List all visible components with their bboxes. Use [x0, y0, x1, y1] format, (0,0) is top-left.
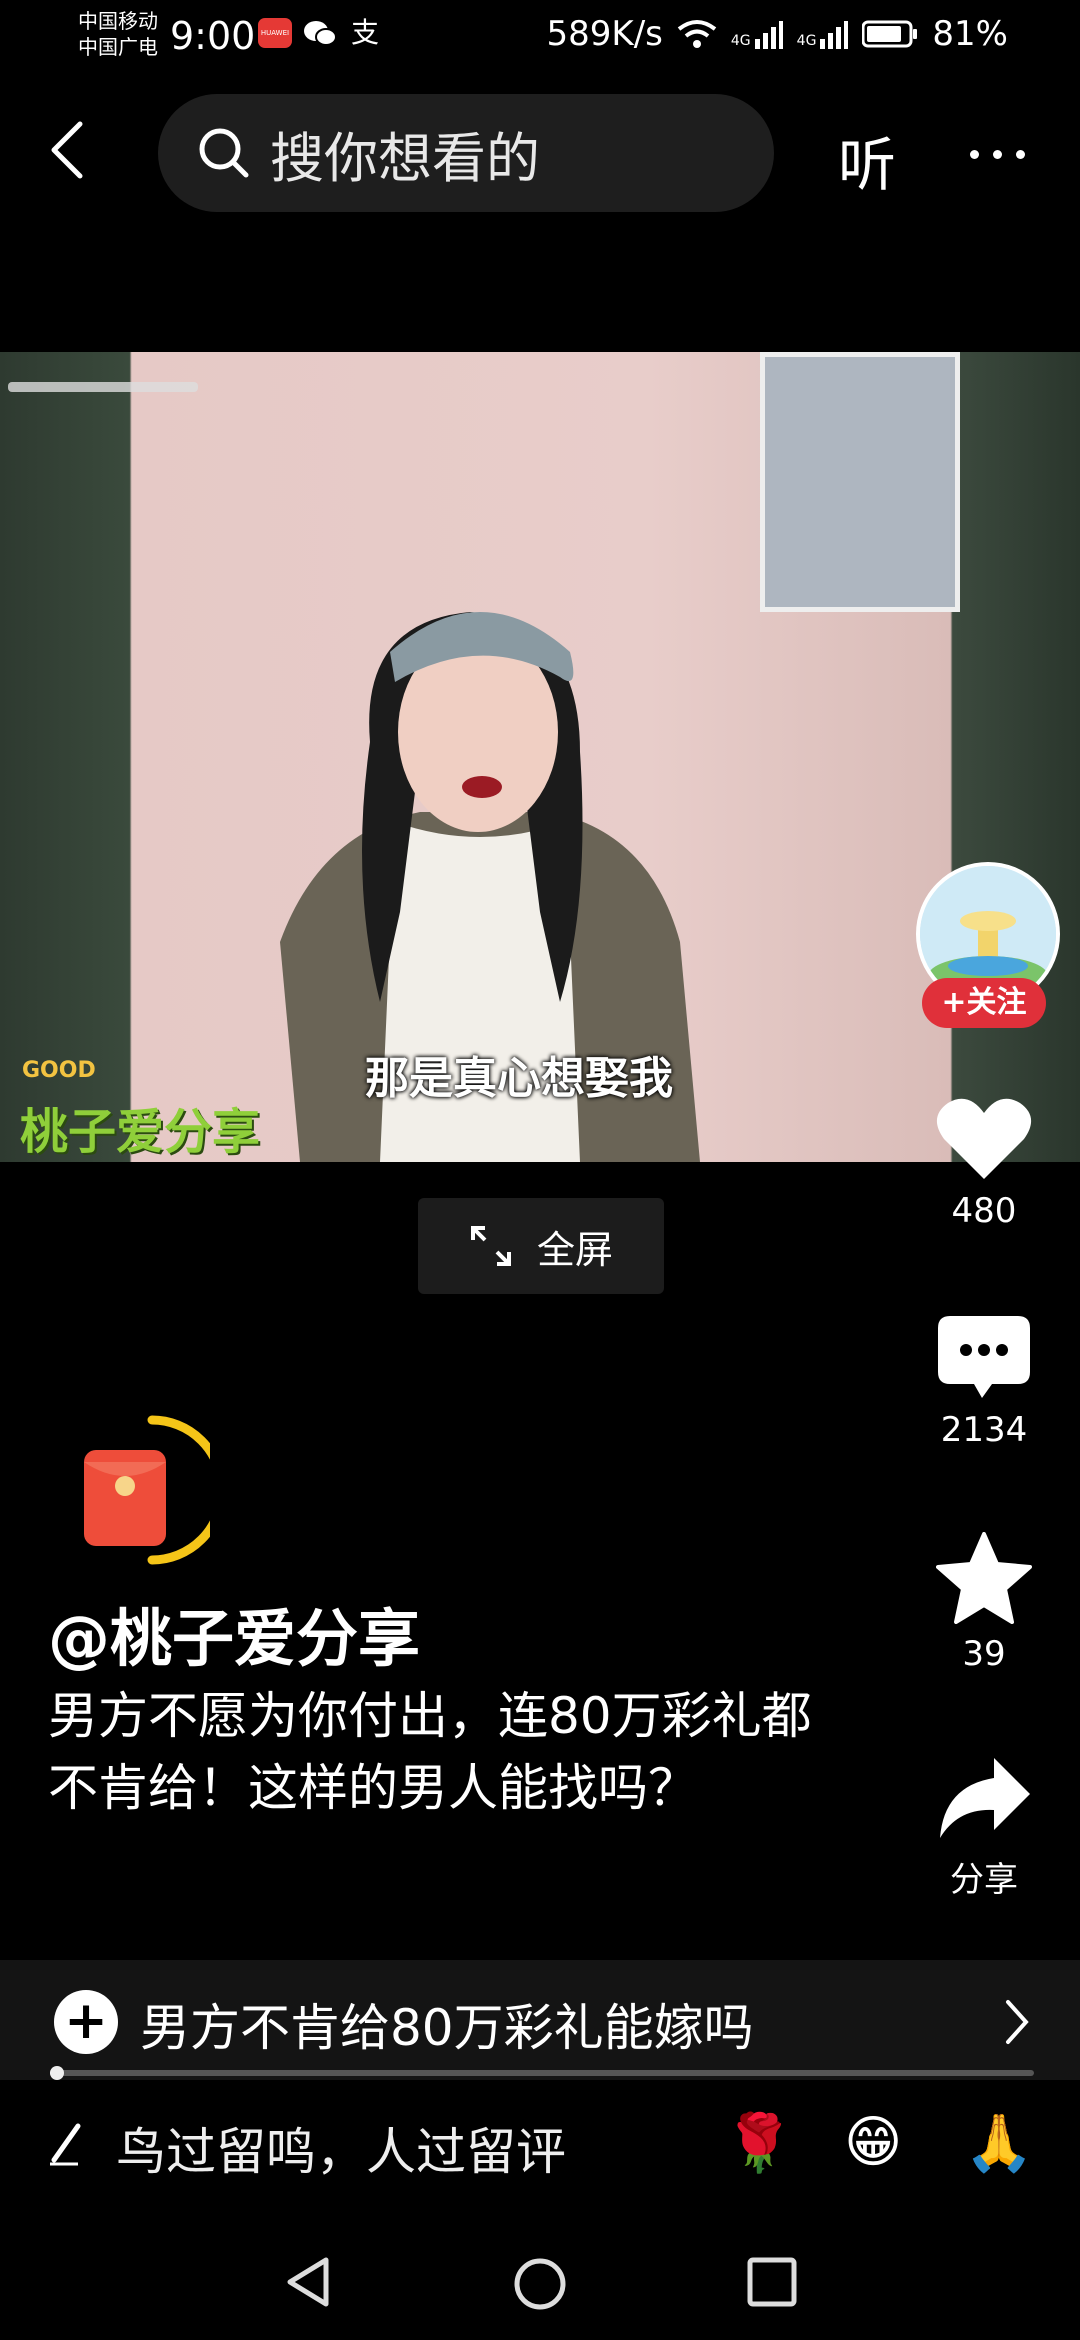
nav-back-icon[interactable]	[284, 2256, 336, 2308]
carrier-info: 中国移动 中国广电	[78, 8, 158, 60]
like-count: 480	[951, 1191, 1017, 1231]
expand-icon	[470, 1226, 511, 1266]
like-button[interactable]: 480	[914, 1095, 1054, 1231]
more-options-icon[interactable]	[970, 150, 1025, 159]
favorite-button[interactable]: 39	[914, 1532, 1054, 1674]
nav-recents-icon[interactable]	[746, 2256, 798, 2308]
signal-2-icon: 4G	[797, 19, 849, 49]
watermark-badge: GOOD	[22, 1058, 96, 1083]
video-progress-bar[interactable]	[50, 2070, 1034, 2076]
share-icon	[940, 1758, 1030, 1838]
video-subtitle: 那是真心想娶我	[365, 1053, 673, 1104]
chevron-right-icon[interactable]	[1004, 1998, 1030, 2046]
nav-home-icon[interactable]	[512, 2256, 568, 2312]
share-label: 分享	[950, 1860, 1018, 1900]
share-button[interactable]: 分享	[914, 1756, 1054, 1901]
follow-button[interactable]: +关注	[922, 978, 1046, 1028]
fullscreen-label: 全屏	[536, 1227, 613, 1272]
listen-button[interactable]: 听	[838, 118, 896, 202]
post-description: 男方不愿为你付出，连80万彩礼都不肯给！这样的男人能找吗？	[48, 1687, 812, 1817]
search-placeholder: 搜你想看的	[270, 126, 540, 190]
network-speed: 589K/s	[546, 14, 663, 54]
back-icon[interactable]	[46, 120, 86, 180]
carrier-2: 中国广电	[78, 35, 158, 59]
heart-icon	[936, 1098, 1032, 1179]
wifi-icon	[677, 20, 717, 48]
signal-1-icon: 4G	[731, 19, 783, 49]
comment-button[interactable]: 2134	[914, 1316, 1054, 1450]
search-icon	[199, 128, 249, 178]
huawei-store-icon: HUAWEI	[258, 18, 292, 48]
battery-percent: 81%	[932, 14, 1008, 54]
star-icon	[936, 1532, 1032, 1624]
post-username[interactable]: @桃子爱分享	[48, 1588, 420, 1678]
status-time: 9:00	[170, 14, 256, 58]
alipay-icon: 支	[350, 16, 379, 49]
status-right: 589K/s 4G 4G 81%	[547, 14, 1008, 54]
fullscreen-button[interactable]: 全屏	[418, 1198, 664, 1294]
related-topic-text[interactable]: 男方不肯给80万彩礼能嫁吗	[140, 1988, 754, 2060]
favorite-count: 39	[962, 1634, 1006, 1674]
red-packet-icon[interactable]	[60, 1410, 210, 1570]
search-input[interactable]: 搜你想看的	[158, 94, 774, 212]
video-player[interactable]: GOOD 桃子爱分享 那是真心想娶我	[0, 352, 1080, 1162]
comment-count: 2134	[940, 1410, 1028, 1450]
video-ticker-icon	[8, 382, 198, 392]
carrier-1: 中国移动	[78, 9, 158, 33]
pray-emoji-button[interactable]: 🙏	[964, 2110, 1034, 2176]
wechat-icon	[304, 21, 337, 46]
rose-emoji-button[interactable]: 🌹	[724, 2110, 794, 2176]
status-app-icons: HUAWEI 支	[258, 18, 382, 48]
pen-icon	[50, 2123, 81, 2166]
battery-icon	[862, 20, 918, 48]
comment-input[interactable]: 鸟过留鸣，人过留评	[116, 2112, 566, 2184]
video-watermark: 桃子爱分享	[20, 1104, 261, 1160]
add-topic-icon[interactable]: +	[54, 1990, 118, 2054]
wall-painting	[760, 352, 960, 612]
video-progress-handle[interactable]	[50, 2066, 64, 2080]
grin-emoji-button[interactable]: 😁	[844, 2110, 902, 2175]
comment-icon	[938, 1316, 1030, 1398]
